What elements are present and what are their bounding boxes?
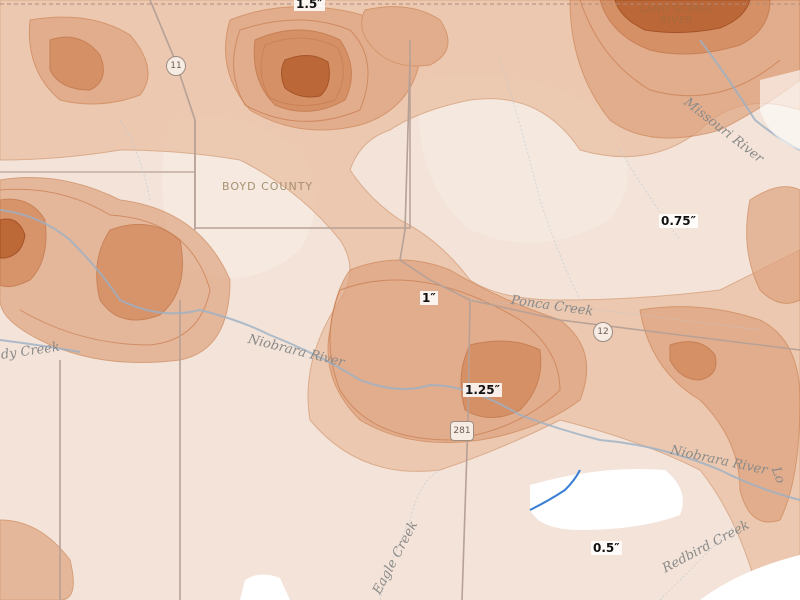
route-281-shield: 281 <box>450 421 474 441</box>
contour-label-top: 1.5″ <box>294 0 325 11</box>
precipitation-map[interactable]: BOYD COUNTY LAND SCENIC RIVER Missouri R… <box>0 0 800 600</box>
contour-label-south-center: 1.25″ <box>463 383 502 397</box>
route-12-shield: 12 <box>593 322 613 342</box>
contour-label-east: 0.75″ <box>659 214 698 228</box>
scenic-river-label-line2: RIVER <box>660 15 694 26</box>
scenic-river-label: LAND SCENIC RIVER <box>640 4 714 26</box>
route-11-shield: 11 <box>166 56 186 76</box>
contour-label-south: 0.5″ <box>591 541 622 555</box>
map-canvas[interactable] <box>0 0 800 600</box>
scenic-river-label-line1: LAND SCENIC <box>640 4 714 15</box>
contour-label-center: 1″ <box>420 291 438 305</box>
county-label: BOYD COUNTY <box>222 180 314 193</box>
